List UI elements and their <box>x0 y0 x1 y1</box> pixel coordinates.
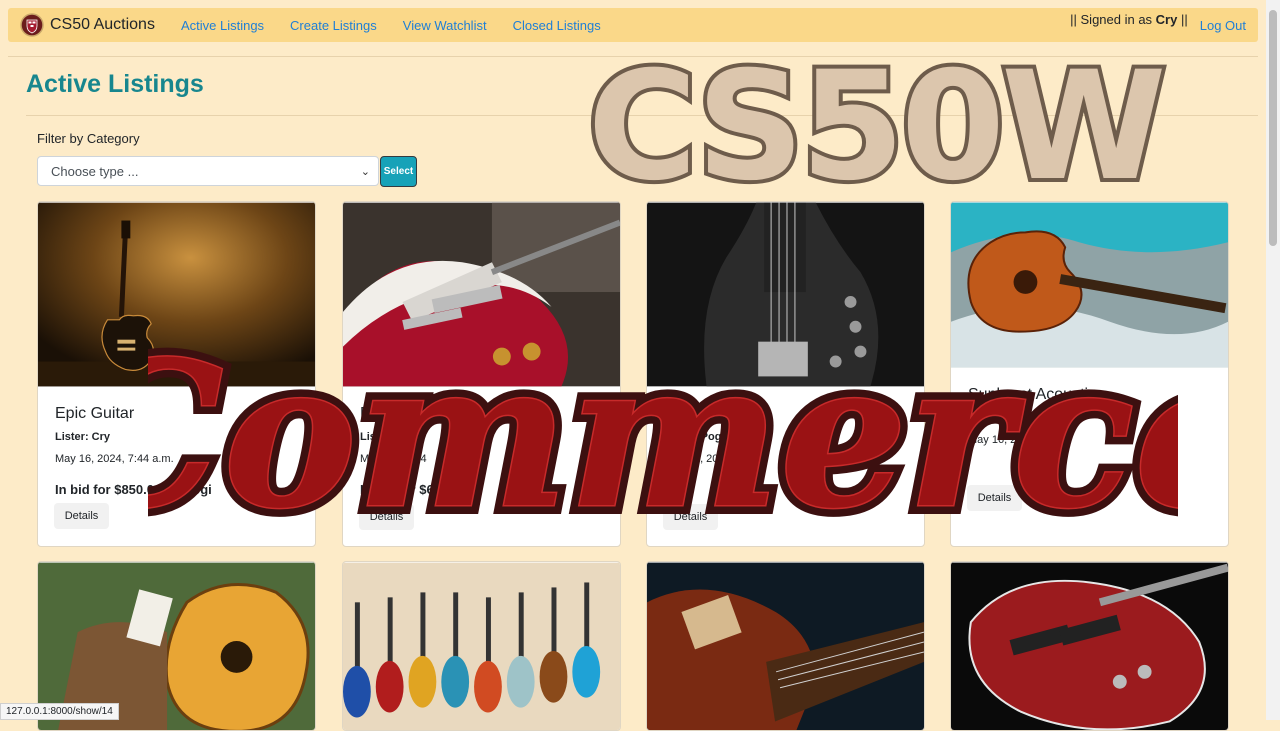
listing-date: May 16, 2024, 1 <box>968 434 1047 446</box>
nav-links: Active Listings Create Listings View Wat… <box>181 18 627 33</box>
listing-title: Red Hollow Guitar <box>360 405 490 422</box>
listing-card: Fender Bass Lister: Pogi May 16, 2024 De… <box>646 201 925 547</box>
filter-label: Filter by Category <box>37 131 140 146</box>
listing-lister: Lister: Pogi <box>664 431 725 443</box>
listing-card: Epic Guitar Lister: Cry May 16, 2024, 7:… <box>37 201 316 547</box>
listing-image-red-electric[interactable] <box>951 562 1228 731</box>
navbar: CS50 Auctions Active Listings Create Lis… <box>8 8 1258 42</box>
listing-bid: In bid for $850.00 by Pogi <box>55 482 212 497</box>
divider <box>8 56 1258 57</box>
listing-date: May 16, 2024, 7:44 a.m. <box>55 453 174 465</box>
listing-card: Red Hollow Guitar Lister: Pogi May 16, 2… <box>342 201 621 547</box>
brand[interactable]: CS50 Auctions <box>20 13 155 37</box>
details-button[interactable]: Details <box>54 503 109 529</box>
listing-date: May 16, 2024 <box>664 453 731 465</box>
listing-bid: In bid for $680.00 <box>360 482 467 497</box>
nav-user-area: || Signed in as Cry || Log Out <box>1070 8 1246 42</box>
nav-view-watchlist[interactable]: View Watchlist <box>403 18 487 33</box>
listing-card: Sunburst Acoustic Lister: Pogi May 16, 2… <box>950 201 1229 547</box>
listing-card <box>950 561 1229 731</box>
cs50w-text: CS50W <box>587 40 1162 214</box>
listing-lister: Lister: Cry <box>55 431 111 443</box>
scrollbar-thumb[interactable] <box>1269 10 1277 246</box>
logout-link[interactable]: Log Out <box>1200 18 1246 33</box>
category-select[interactable]: Choose type ... ⌄ <box>37 156 379 186</box>
divider <box>26 115 1258 116</box>
harvard-shield-logo <box>20 13 44 37</box>
listing-image-fender-bass[interactable] <box>647 202 924 387</box>
listing-lister: Lister: Pogi <box>360 431 421 443</box>
listing-image-epic-guitar[interactable] <box>38 202 315 387</box>
page-title: Active Listings <box>26 70 204 98</box>
select-button[interactable]: Select <box>380 156 417 187</box>
listing-image-wood-bass[interactable] <box>647 562 924 731</box>
listing-title: Sunburst Acoustic <box>968 386 1097 403</box>
details-button[interactable]: Details <box>967 485 1022 511</box>
listing-date: May 16, 2024 <box>360 453 427 465</box>
signed-in-text: || Signed in as Cry || <box>1070 12 1188 27</box>
listing-image-ukuleles[interactable] <box>343 562 620 731</box>
chevron-down-icon: ⌄ <box>360 166 370 178</box>
details-button[interactable]: Details <box>663 504 718 530</box>
nav-closed-listings[interactable]: Closed Listings <box>513 18 601 33</box>
signed-suffix: || <box>1177 11 1188 27</box>
details-button[interactable]: Details <box>359 504 414 530</box>
listing-card <box>342 561 621 731</box>
signed-prefix: || Signed in as <box>1070 11 1156 27</box>
link-status-bar: 127.0.0.1:8000/show/14 <box>0 703 119 720</box>
signed-user: Cry <box>1155 11 1178 27</box>
listing-lister: Lister: Pogi <box>968 412 1029 424</box>
nav-active-listings[interactable]: Active Listings <box>181 18 264 33</box>
nav-create-listings[interactable]: Create Listings <box>290 18 377 33</box>
listing-title: Epic Guitar <box>55 405 135 422</box>
listing-image-sunburst-acoustic[interactable] <box>951 202 1228 368</box>
vertical-scrollbar[interactable] <box>1266 0 1280 720</box>
category-select-value: Choose type ... <box>51 163 139 179</box>
listing-image-red-hollow-guitar[interactable] <box>343 202 620 387</box>
brand-title[interactable]: CS50 Auctions <box>50 16 155 34</box>
listing-card <box>646 561 925 731</box>
listing-title: Fender Bass <box>664 405 755 422</box>
